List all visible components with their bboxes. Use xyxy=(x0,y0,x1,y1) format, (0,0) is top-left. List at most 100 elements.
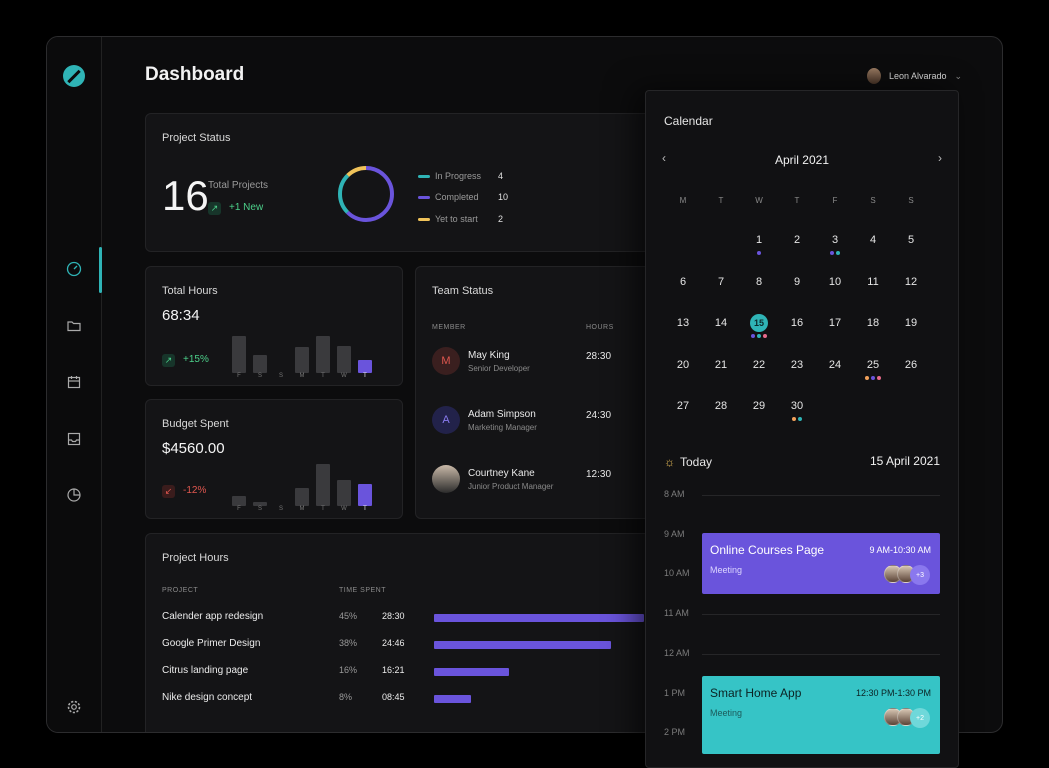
calendar-day[interactable]: 11 xyxy=(858,273,888,291)
calendar-day[interactable]: 20 xyxy=(668,356,698,374)
calendar-day[interactable]: 12 xyxy=(896,273,926,291)
time-label: 9 AM xyxy=(664,528,685,539)
project-name: Google Primer Design xyxy=(162,638,261,649)
project-time: 16:21 xyxy=(382,665,405,675)
calendar-day[interactable]: 19 xyxy=(896,314,926,332)
time-gridline xyxy=(702,653,940,655)
user-menu[interactable]: Leon Alvarado ⌄ xyxy=(867,68,962,84)
calendar-day[interactable]: 2 xyxy=(782,231,812,249)
calendar-day[interactable]: 13 xyxy=(668,314,698,332)
time-label: 2 PM xyxy=(664,727,686,738)
bar xyxy=(337,346,351,373)
calendar-day[interactable]: 15 xyxy=(750,314,768,332)
member-hours: 28:30 xyxy=(586,351,612,362)
calendar-icon[interactable] xyxy=(66,374,82,390)
calendar-day[interactable]: 10 xyxy=(820,273,850,291)
calendar-day[interactable]: 14 xyxy=(706,314,736,332)
pie-chart-icon[interactable] xyxy=(66,487,82,503)
new-projects-label: +1 New xyxy=(229,202,264,213)
calendar-day[interactable]: 28 xyxy=(706,397,736,415)
calendar-day[interactable]: 21 xyxy=(706,356,736,374)
calendar-day[interactable]: 18 xyxy=(858,314,888,332)
event-card[interactable]: Smart Home App 12:30 PM-1:30 PM Meeting … xyxy=(702,676,940,754)
progress-bar xyxy=(434,641,611,649)
card-title: Team Status xyxy=(432,285,494,297)
today-date: 15 April 2021 xyxy=(869,454,940,468)
calendar-day[interactable]: 16 xyxy=(782,314,812,332)
today-label: Today xyxy=(680,455,713,469)
dashboard-icon[interactable] xyxy=(66,261,82,277)
team-member-row[interactable]: A Adam Simpson Marketing Manager xyxy=(432,406,537,434)
column-header-time-spent: TIME SPENT xyxy=(339,587,387,594)
calendar-day[interactable]: 17 xyxy=(820,314,850,332)
table-row[interactable]: Google Primer Design 38% 24:46 xyxy=(162,638,662,652)
calendar-day[interactable]: 27 xyxy=(668,397,698,415)
calendar-day[interactable]: 6 xyxy=(668,273,698,291)
bar xyxy=(358,360,372,373)
user-name: Leon Alvarado xyxy=(889,71,947,81)
inbox-icon[interactable] xyxy=(66,431,82,447)
total-hours-bar-chart xyxy=(232,325,372,373)
arrow-down-left-icon: ↙ xyxy=(162,485,175,498)
day-label: T xyxy=(363,373,367,379)
day-label: W xyxy=(341,506,347,512)
calendar-day[interactable]: 3 xyxy=(820,231,850,249)
page-title: Dashboard xyxy=(145,64,245,85)
table-row[interactable]: Citrus landing page 16% 16:21 xyxy=(162,665,662,679)
team-member-row[interactable]: M May King Senior Developer xyxy=(432,347,530,375)
project-time: 28:30 xyxy=(382,611,405,621)
calendar-day[interactable]: 7 xyxy=(706,273,736,291)
legend-label: In Progress xyxy=(435,171,482,181)
project-hours-card: Project Hours PROJECT TIME SPENT Calende… xyxy=(145,533,705,732)
calendar-day[interactable]: 24 xyxy=(820,356,850,374)
folder-icon[interactable] xyxy=(66,318,82,334)
member-role: Junior Product Manager xyxy=(468,481,554,491)
legend-value: 10 xyxy=(498,192,509,202)
table-row[interactable]: Nike design concept 8% 08:45 xyxy=(162,692,662,706)
event-dot xyxy=(836,251,840,255)
total-hours-value: 68:34 xyxy=(162,307,200,324)
event-card[interactable]: Online Courses Page 9 AM-10:30 AM Meetin… xyxy=(702,533,940,594)
event-dot xyxy=(830,251,834,255)
calendar-day[interactable]: 22 xyxy=(744,356,774,374)
weekday-label: F xyxy=(832,196,838,205)
legend-swatch xyxy=(418,217,430,221)
calendar-day[interactable]: 23 xyxy=(782,356,812,374)
event-attendees: +3 xyxy=(884,565,930,585)
project-percent: 16% xyxy=(339,665,358,675)
calendar-day[interactable]: 1 xyxy=(744,231,774,249)
legend-value: 2 xyxy=(498,214,504,224)
legend-yet-to-start: Yet to start 2 xyxy=(418,214,503,224)
sidebar-active-indicator xyxy=(99,247,102,293)
calendar-day[interactable]: 26 xyxy=(896,356,926,374)
bar xyxy=(316,336,330,373)
calendar-day[interactable]: 30 xyxy=(782,397,812,415)
event-dot xyxy=(877,375,881,380)
legend-swatch xyxy=(418,195,430,199)
more-attendees-badge: +3 xyxy=(910,565,930,585)
calendar-day[interactable]: 9 xyxy=(782,273,812,291)
calendar-day[interactable]: 8 xyxy=(744,273,774,291)
calendar-day[interactable]: 5 xyxy=(896,231,926,249)
table-row[interactable]: Calender app redesign 45% 28:30 xyxy=(162,611,662,625)
legend-in-progress: In Progress 4 xyxy=(418,171,503,181)
project-name: Citrus landing page xyxy=(162,665,249,676)
team-member-row[interactable]: Courtney Kane Junior Product Manager xyxy=(432,465,553,493)
event-dot xyxy=(871,375,875,380)
day-label: S xyxy=(278,373,283,379)
project-percent: 8% xyxy=(339,692,353,702)
budget-day-labels: FSSMTWT xyxy=(232,506,372,512)
weekday-label: S xyxy=(908,196,914,205)
day-label: T xyxy=(321,373,325,379)
chevron-right-icon[interactable]: › xyxy=(938,151,942,165)
more-attendees-badge: +2 xyxy=(910,708,930,728)
time-label: 11 AM xyxy=(664,608,689,619)
calendar-day[interactable]: 4 xyxy=(858,231,888,249)
calendar-day[interactable]: 25 xyxy=(858,356,888,374)
settings-icon[interactable] xyxy=(66,699,82,715)
avatar: A xyxy=(432,406,460,434)
calendar-month: April 2021 xyxy=(774,153,830,167)
calendar-day[interactable]: 29 xyxy=(744,397,774,415)
progress-bar xyxy=(434,614,644,622)
progress-bar xyxy=(434,668,509,676)
